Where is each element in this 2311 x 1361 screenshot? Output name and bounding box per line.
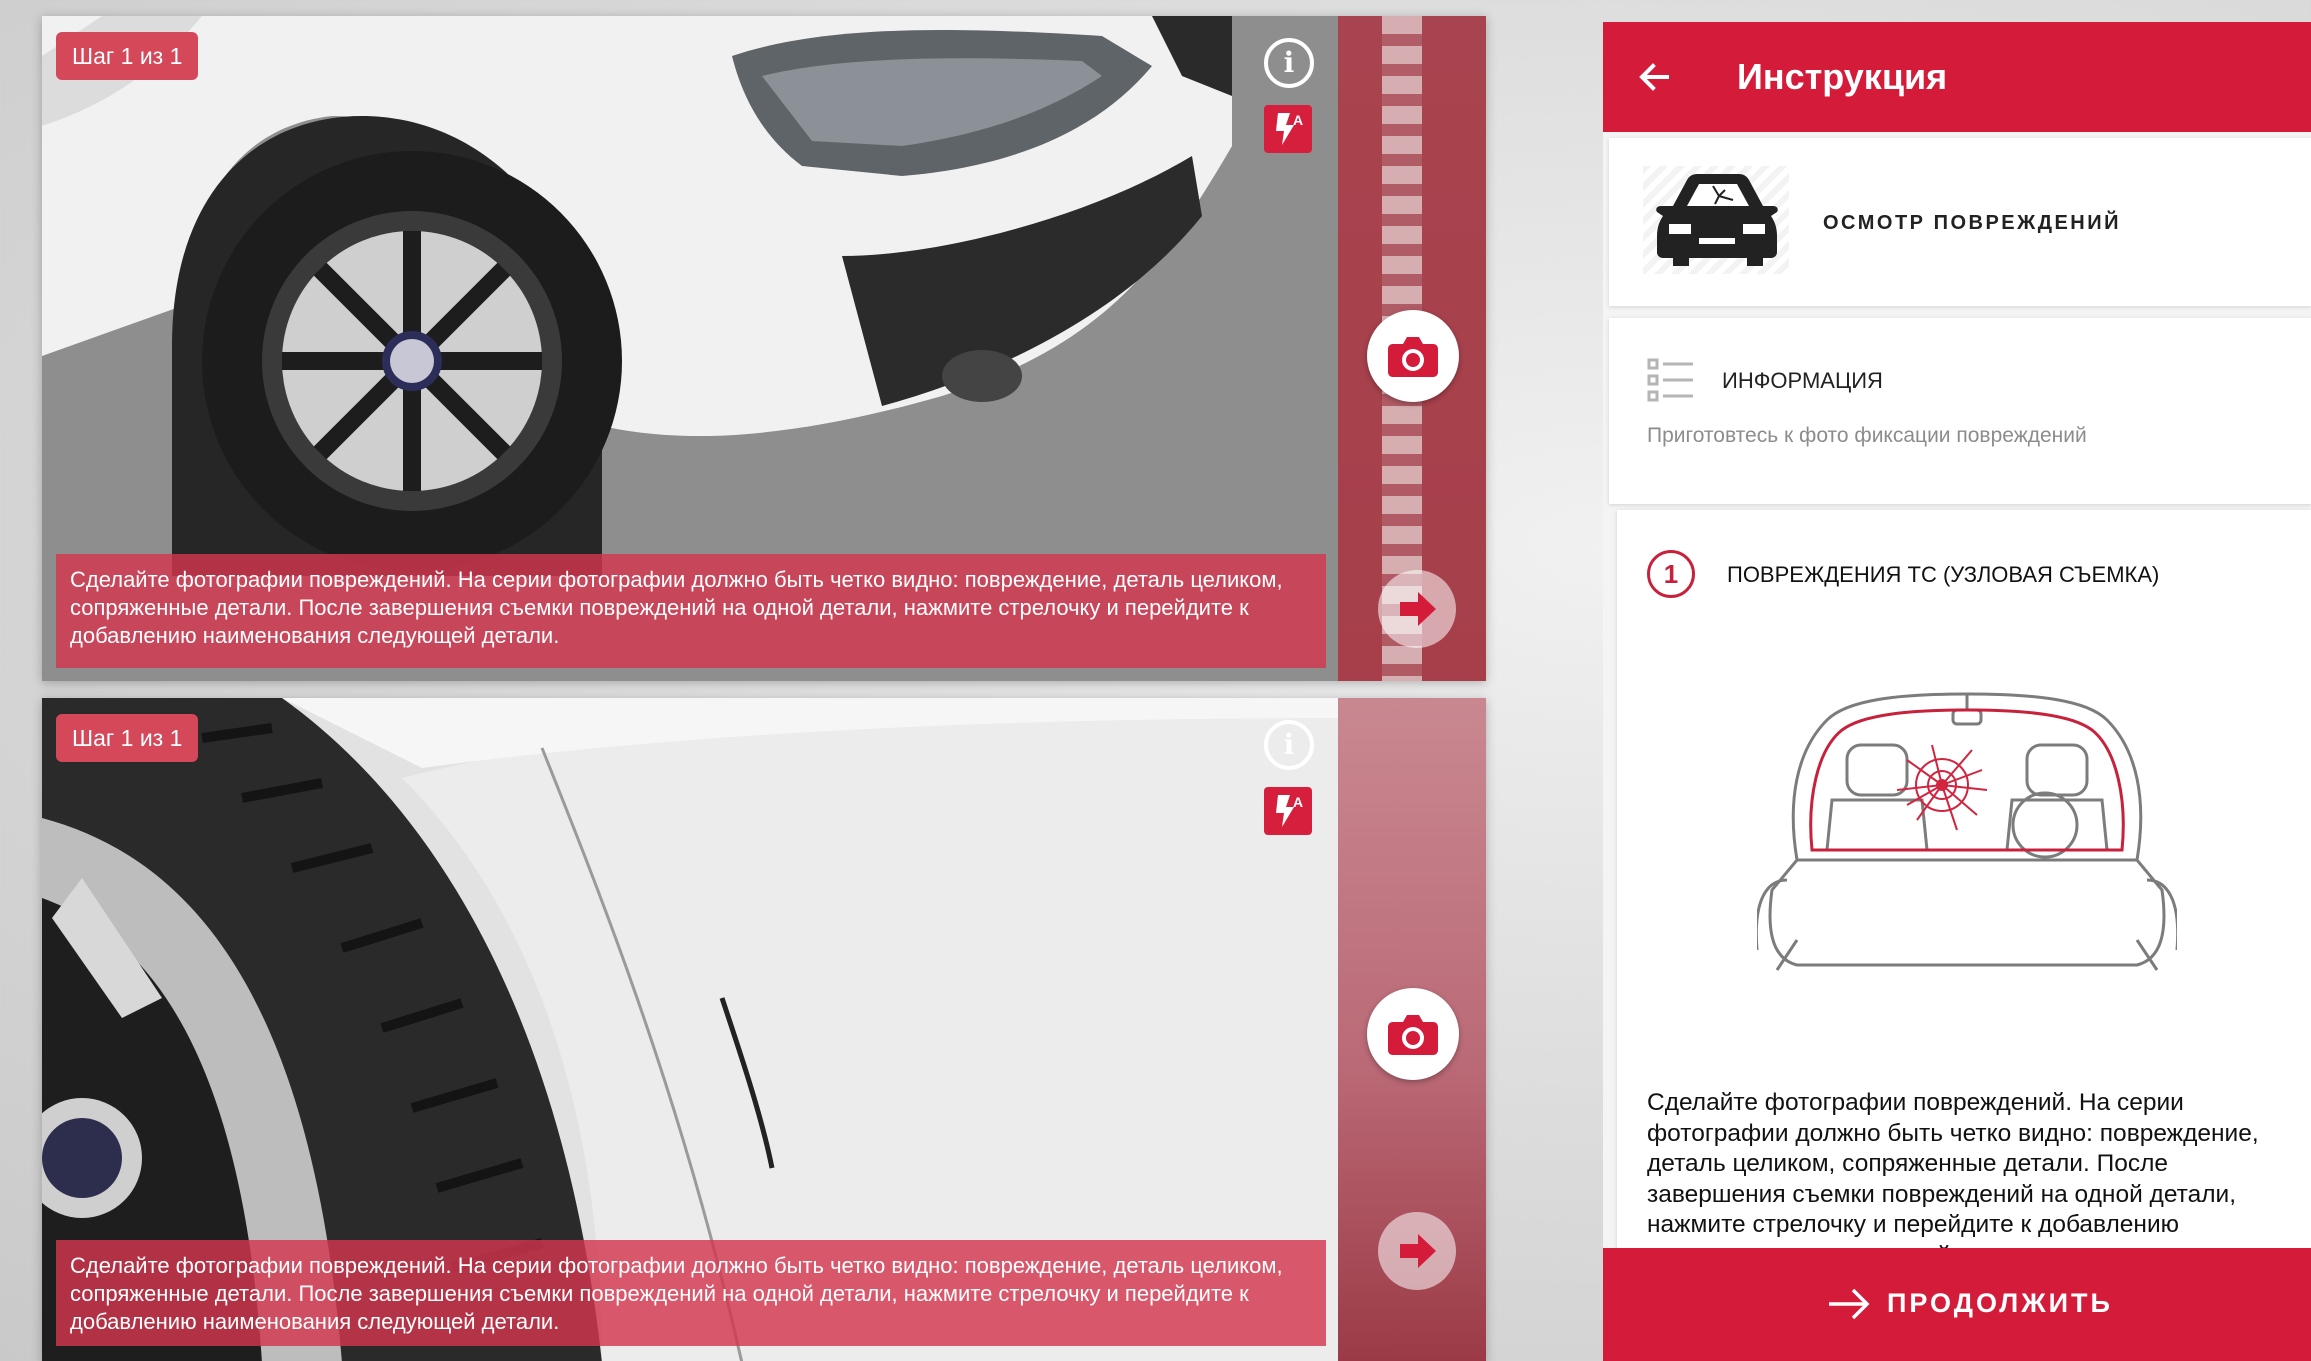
instruction-caption: Сделайте фотографии повреждений. На сери… <box>56 1240 1326 1346</box>
info-subtitle: Приготовтесь к фото фиксации повреждений <box>1647 424 2087 447</box>
next-part-button[interactable] <box>1378 1212 1456 1290</box>
arrow-right-icon <box>1827 1286 1871 1322</box>
inspection-type-label: ОСМОТР ПОВРЕЖДЕНИЙ <box>1823 212 2121 234</box>
damaged-car-icon <box>1643 166 1789 274</box>
arrow-right-icon <box>1400 1234 1436 1268</box>
camera-shutter-button[interactable] <box>1367 310 1459 402</box>
next-part-button[interactable] <box>1378 570 1456 648</box>
svg-text:A: A <box>1293 794 1303 810</box>
step-card: 1 ПОВРЕЖДЕНИЯ ТС (УЗЛОВАЯ СЪЕМКА) Сделай… <box>1617 510 2311 1269</box>
info-title: ИНФОРМАЦИЯ <box>1722 368 1883 393</box>
camera-icon <box>1388 337 1438 377</box>
windshield-damage-illustration <box>1757 690 2177 980</box>
flash-auto-icon[interactable]: A <box>1264 105 1312 153</box>
back-button[interactable] <box>1627 49 1683 105</box>
info-icon[interactable]: i <box>1264 720 1314 770</box>
arrow-left-icon <box>1639 63 1669 91</box>
camera-shutter-button[interactable] <box>1367 988 1459 1080</box>
list-icon <box>1647 358 1695 402</box>
camera-icon <box>1388 1015 1438 1055</box>
flash-auto-icon[interactable]: A <box>1264 787 1312 835</box>
camera-view-1: Шаг 1 из 1 i A Сделайте фотографии повре… <box>42 16 1486 681</box>
continue-button[interactable]: ПРОДОЛЖИТЬ <box>1603 1248 2311 1361</box>
page-title: Инструкция <box>1737 56 1948 97</box>
panel-header: Инструкция <box>1603 22 2311 132</box>
step-instructions: Сделайте фотографии повреждений. На сери… <box>1647 1089 2259 1269</box>
step-badge: Шаг 1 из 1 <box>56 32 199 80</box>
info-icon[interactable]: i <box>1264 38 1314 88</box>
instruction-panel: Инструкция ОСМОТР ПОВРЕЖДЕНИЙ ИНФОРМАЦИЯ… <box>1603 22 2311 1361</box>
info-card: ИНФОРМАЦИЯ Приготовтесь к фото фиксации … <box>1609 318 2311 504</box>
inspection-type-card: ОСМОТР ПОВРЕЖДЕНИЙ <box>1609 138 2311 306</box>
arrow-right-icon <box>1400 592 1436 626</box>
instruction-caption: Сделайте фотографии повреждений. На сери… <box>56 554 1326 668</box>
step-badge: Шаг 1 из 1 <box>56 714 199 762</box>
step-title: ПОВРЕЖДЕНИЯ ТС (УЗЛОВАЯ СЪЕМКА) <box>1727 562 2160 587</box>
step-number-badge: 1 <box>1647 550 1695 598</box>
svg-text:A: A <box>1293 112 1303 128</box>
continue-label: ПРОДОЛЖИТЬ <box>1887 1288 2113 1318</box>
camera-view-2: Шаг 1 из 1 i A Сделайте фотографии повре… <box>42 698 1486 1361</box>
